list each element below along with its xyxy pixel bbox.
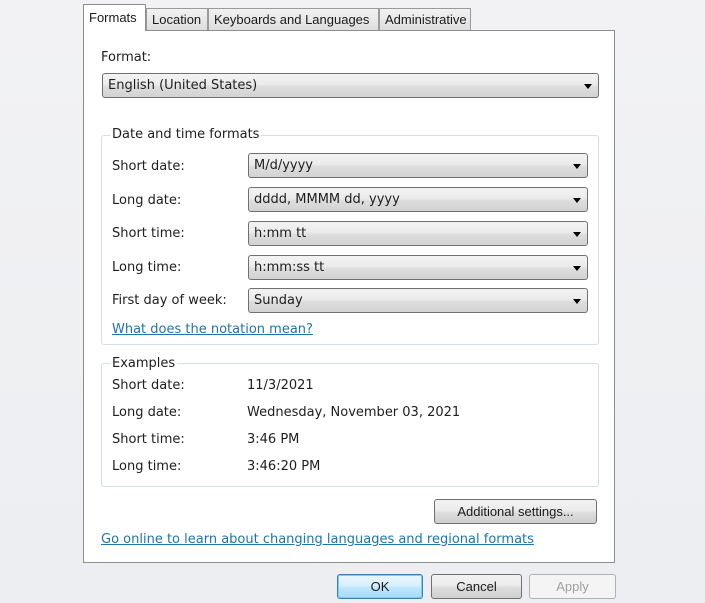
ok-button[interactable]: OK xyxy=(337,574,423,599)
example-long-date-value: Wednesday, November 03, 2021 xyxy=(247,405,461,420)
long-time-label: Long time: xyxy=(112,260,182,275)
long-time-dropdown[interactable]: h:mm:ss tt xyxy=(248,255,588,280)
notation-help-link[interactable]: What does the notation mean? xyxy=(112,322,313,337)
additional-settings-button[interactable]: Additional settings... xyxy=(434,499,597,524)
format-dropdown[interactable]: English (United States) xyxy=(102,73,599,98)
first-day-of-week-dropdown[interactable]: Sunday xyxy=(248,288,588,313)
example-long-date-label: Long date: xyxy=(112,405,182,420)
short-date-value: M/d/yyyy xyxy=(254,158,314,173)
tab-administrative[interactable]: Administrative xyxy=(379,8,471,30)
example-long-time-value: 3:46:20 PM xyxy=(247,459,321,474)
long-date-label: Long date: xyxy=(112,193,182,208)
chevron-down-icon xyxy=(584,84,592,89)
example-short-date-value: 11/3/2021 xyxy=(247,378,314,393)
cancel-button[interactable]: Cancel xyxy=(431,574,522,599)
short-date-dropdown[interactable]: M/d/yyyy xyxy=(248,153,588,178)
format-label: Format: xyxy=(101,50,152,65)
examples-title: Examples xyxy=(110,356,178,371)
long-date-dropdown[interactable]: dddd, MMMM dd, yyyy xyxy=(248,187,588,212)
date-time-formats-title: Date and time formats xyxy=(110,127,262,142)
long-time-value: h:mm:ss tt xyxy=(254,260,325,275)
first-day-of-week-value: Sunday xyxy=(254,293,303,308)
example-short-time-label: Short time: xyxy=(112,432,185,447)
chevron-down-icon xyxy=(573,164,581,169)
example-short-date-label: Short date: xyxy=(112,378,185,393)
chevron-down-icon xyxy=(573,232,581,237)
example-short-time-value: 3:46 PM xyxy=(247,432,300,447)
chevron-down-icon xyxy=(573,198,581,203)
short-time-dropdown[interactable]: h:mm tt xyxy=(248,221,588,246)
example-long-time-label: Long time: xyxy=(112,459,182,474)
format-dropdown-value: English (United States) xyxy=(108,78,258,93)
tab-formats[interactable]: Formats xyxy=(83,4,146,31)
tab-keyboards-and-languages[interactable]: Keyboards and Languages xyxy=(208,8,379,30)
chevron-down-icon xyxy=(573,266,581,271)
first-day-of-week-label: First day of week: xyxy=(112,293,227,308)
short-time-label: Short time: xyxy=(112,226,185,241)
online-help-link[interactable]: Go online to learn about changing langua… xyxy=(101,532,534,547)
tab-location[interactable]: Location xyxy=(146,8,208,30)
apply-button[interactable]: Apply xyxy=(529,574,616,599)
short-time-value: h:mm tt xyxy=(254,226,307,241)
chevron-down-icon xyxy=(573,299,581,304)
long-date-value: dddd, MMMM dd, yyyy xyxy=(254,192,400,207)
short-date-label: Short date: xyxy=(112,159,185,174)
formats-tab-panel: Format: English (United States) Date and… xyxy=(83,30,615,563)
